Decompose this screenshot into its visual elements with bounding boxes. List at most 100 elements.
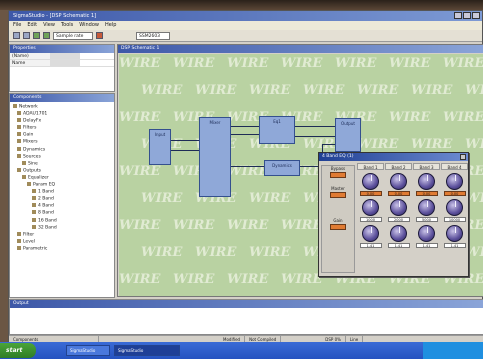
open-file-icon[interactable] xyxy=(23,32,30,39)
tree-item[interactable]: Level xyxy=(13,238,112,246)
eq-knob[interactable] xyxy=(418,225,435,242)
watermark-text: WIRE xyxy=(389,56,431,71)
dynamics-block[interactable]: Dynamics xyxy=(264,160,300,176)
mixer-block[interactable]: Mixer xyxy=(199,117,231,197)
tree-item-label: Dynamics xyxy=(23,147,46,153)
eq-knob[interactable] xyxy=(390,225,407,242)
tree-item[interactable]: ADAU1701 xyxy=(13,111,112,118)
eq-knob[interactable] xyxy=(446,199,463,216)
tree-item[interactable]: 8 Band xyxy=(13,210,112,217)
tree-item[interactable]: Sine xyxy=(13,160,112,168)
tree-item[interactable]: 1 Band xyxy=(13,189,112,196)
menu-file[interactable]: File xyxy=(13,21,21,30)
eq-knob[interactable] xyxy=(390,199,407,216)
tree-item[interactable]: Parametric xyxy=(13,245,112,253)
master-label: Master xyxy=(331,186,345,191)
master-button[interactable] xyxy=(330,192,346,198)
eq-value-field[interactable]: 1.41 xyxy=(443,243,466,248)
eq-knob[interactable] xyxy=(418,173,435,190)
folder-icon xyxy=(17,167,21,172)
maximize-button[interactable] xyxy=(463,12,471,19)
output-block[interactable]: Output xyxy=(335,118,361,152)
eq-band-header: Band 3 xyxy=(413,163,440,170)
eq-value-field[interactable]: 1.41 xyxy=(415,243,438,248)
tree-item[interactable]: Sources xyxy=(13,153,112,161)
tree-item[interactable]: Equalizer xyxy=(13,174,112,182)
tree-item[interactable]: Dynamics xyxy=(13,146,112,154)
tree-item[interactable]: 16 Band xyxy=(13,217,112,225)
stop-icon[interactable] xyxy=(96,32,103,39)
eq-block[interactable]: Eq1 xyxy=(259,116,295,144)
folder-icon xyxy=(32,217,36,222)
tree-item-label: 32 Band xyxy=(38,225,57,231)
link-compile-icon[interactable] xyxy=(33,32,40,39)
property-value[interactable] xyxy=(50,60,80,66)
menu-view[interactable]: View xyxy=(43,21,55,30)
tree-item[interactable]: 32 Band xyxy=(13,224,112,232)
start-button[interactable]: start xyxy=(0,343,36,358)
watermark-text: WIRE xyxy=(357,137,399,152)
eq-knob[interactable] xyxy=(446,173,463,190)
window-title: SigmaStudio - [DSP Schematic 1] xyxy=(13,13,97,19)
eq-value-field[interactable]: 0.00 xyxy=(359,191,382,196)
tree-item[interactable]: 4 Band xyxy=(13,203,112,210)
sample-rate-dropdown[interactable]: Sample rate xyxy=(53,31,93,40)
minimize-button[interactable] xyxy=(454,12,462,19)
menu-edit[interactable]: Edit xyxy=(27,21,37,30)
tree-item-label: ADAU1701 xyxy=(23,111,48,117)
property-value[interactable] xyxy=(50,53,80,59)
property-row[interactable]: (Name) xyxy=(10,53,114,60)
input-block[interactable]: Input xyxy=(149,129,171,165)
eq-value-field[interactable]: 10000 xyxy=(443,217,466,222)
eq-value-field[interactable]: 1.41 xyxy=(387,243,410,248)
eq-value-field[interactable]: 2000 xyxy=(387,217,410,222)
taskbar: start SigmaStudio SigmaStudio xyxy=(0,342,483,359)
eq-value-field[interactable]: 1.41 xyxy=(359,243,382,248)
menu-tools[interactable]: Tools xyxy=(61,21,73,30)
bypass-label: Bypass xyxy=(330,166,346,171)
output-block-label: Output xyxy=(341,121,355,126)
eq-dialog-titlebar: 4 Band EQ (1) xyxy=(319,153,468,161)
ic-select-dropdown[interactable]: SSM2603 xyxy=(136,31,170,40)
new-file-icon[interactable] xyxy=(13,32,20,39)
tree-item[interactable]: Param EQ xyxy=(13,182,112,189)
tree-item[interactable]: Filter xyxy=(13,231,112,239)
taskbar-item[interactable]: SigmaStudio xyxy=(66,345,110,356)
eq-knob[interactable] xyxy=(362,199,379,216)
watermark-text: WIRE xyxy=(249,245,291,260)
tree-item[interactable]: DelayFx xyxy=(13,118,112,125)
eq-dialog-title: 4 Band EQ (1) xyxy=(322,154,354,159)
tree-item[interactable]: Mixers xyxy=(13,139,112,146)
menu-help[interactable]: Help xyxy=(105,21,116,30)
eq-knob[interactable] xyxy=(446,225,463,242)
watermark-text: WIRE xyxy=(119,272,161,287)
folder-icon xyxy=(17,125,21,130)
eq-value-field[interactable]: 0.00 xyxy=(387,191,410,196)
menu-window[interactable]: Window xyxy=(79,21,99,30)
tree-item[interactable]: Filters xyxy=(13,125,112,132)
eq-value-field[interactable]: 1000 xyxy=(359,217,382,222)
wire xyxy=(171,140,199,141)
property-row[interactable]: Name xyxy=(10,60,114,67)
tree-item[interactable]: Gain xyxy=(13,132,112,139)
tree-item-label: Mixers xyxy=(23,139,38,145)
tree-item[interactable]: Outputs xyxy=(13,167,112,175)
eq-knob[interactable] xyxy=(418,199,435,216)
download-icon[interactable] xyxy=(43,32,50,39)
close-button[interactable] xyxy=(472,12,480,19)
tree-item[interactable]: 2 Band xyxy=(13,196,112,203)
eq-value-field[interactable]: 5000 xyxy=(415,217,438,222)
close-icon[interactable] xyxy=(460,154,466,160)
taskbar-item-active[interactable]: SigmaStudio xyxy=(114,345,180,356)
eq-value-field[interactable]: 0.00 xyxy=(415,191,438,196)
tree-item[interactable]: Network xyxy=(13,104,112,111)
gain-button[interactable] xyxy=(330,224,346,230)
wire xyxy=(171,150,199,151)
folder-icon xyxy=(17,146,21,151)
eq-value-field[interactable]: 0.00 xyxy=(443,191,466,196)
eq-knob[interactable] xyxy=(362,173,379,190)
eq-block-label: Eq1 xyxy=(273,119,281,124)
eq-knob[interactable] xyxy=(390,173,407,190)
eq-knob[interactable] xyxy=(362,225,379,242)
bypass-button[interactable] xyxy=(330,172,346,178)
